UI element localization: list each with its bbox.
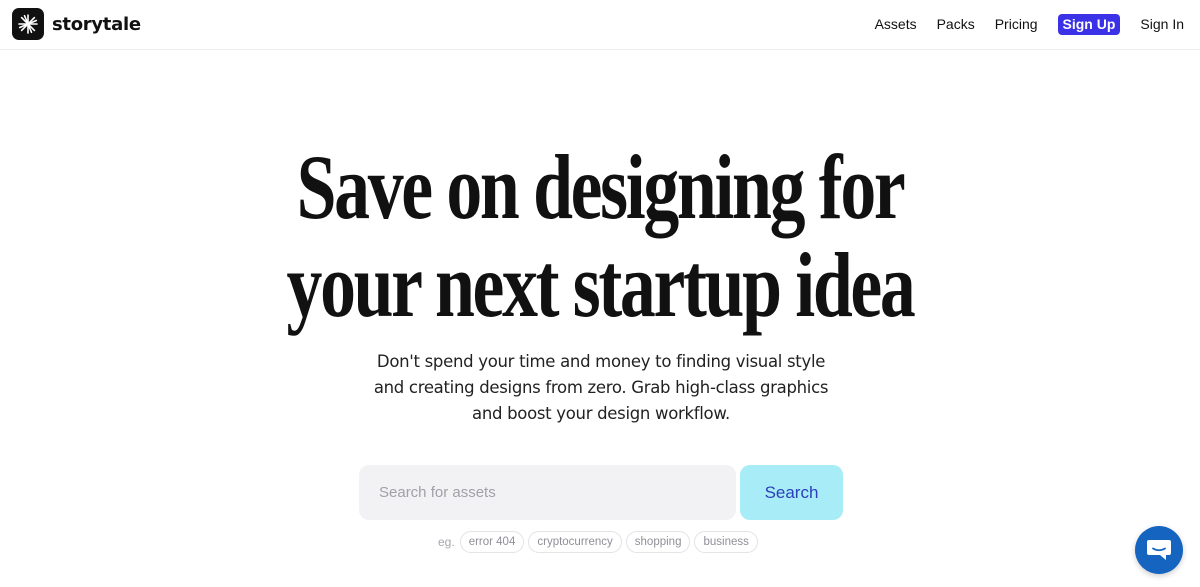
brand-name: storytale bbox=[52, 13, 141, 35]
sign-up-button[interactable]: Sign Up bbox=[1057, 14, 1121, 35]
hero-title-line-1: Save on designing for bbox=[296, 136, 906, 238]
storytale-logo-icon bbox=[12, 8, 44, 40]
chat-bubble-icon bbox=[1147, 540, 1171, 560]
site-header: storytale Assets Packs Pricing Sign Up S… bbox=[0, 0, 1200, 50]
example-tag[interactable]: shopping bbox=[625, 531, 691, 553]
hero-title-line-2: your next startup idea bbox=[286, 234, 916, 336]
nav-assets[interactable]: Assets bbox=[875, 14, 917, 35]
hero-title: Save on designing for your next startup … bbox=[132, 138, 1068, 334]
example-tag[interactable]: cryptocurrency bbox=[528, 531, 622, 553]
search-button[interactable]: Search bbox=[740, 465, 843, 520]
hero-subtitle: Don't spend your time and money to findi… bbox=[373, 352, 829, 423]
main-nav: Assets Packs Pricing Sign Up Sign In bbox=[875, 14, 1184, 35]
search-input[interactable] bbox=[359, 465, 736, 520]
search-examples: eg. error 404 cryptocurrency shopping bu… bbox=[438, 531, 762, 553]
logo[interactable]: storytale bbox=[12, 8, 141, 40]
nav-packs[interactable]: Packs bbox=[937, 14, 975, 35]
examples-prefix: eg. bbox=[438, 535, 455, 549]
sign-in-link[interactable]: Sign In bbox=[1140, 14, 1184, 35]
example-tag[interactable]: business bbox=[694, 531, 758, 553]
chat-button[interactable] bbox=[1135, 526, 1183, 574]
example-tag[interactable]: error 404 bbox=[459, 531, 525, 553]
nav-pricing[interactable]: Pricing bbox=[995, 14, 1038, 35]
